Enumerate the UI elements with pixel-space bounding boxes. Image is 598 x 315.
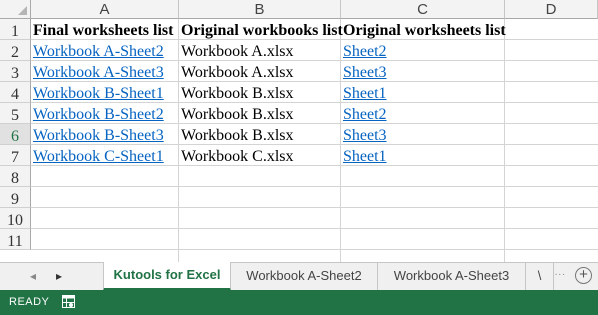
sheet-tab[interactable]: Workbook A-Sheet3 — [378, 263, 526, 290]
sheet-tab[interactable]: \ — [526, 263, 554, 290]
status-text: READY — [9, 296, 50, 308]
hyperlink-cell-c[interactable]: Sheet2 — [341, 42, 387, 62]
worksheet-grid[interactable]: ABCD 1 2 3 4 5 6 7 8 9 10 11 Final worksheets list… — [0, 0, 598, 262]
cell-b[interactable]: Workbook B.xlsx — [179, 126, 294, 146]
row-header-11[interactable]: 11 — [0, 229, 31, 250]
hyperlink-cell-c[interactable]: Sheet1 — [341, 84, 387, 104]
cell-b[interactable]: Workbook B.xlsx — [179, 84, 294, 104]
row-gridline — [31, 228, 598, 229]
hyperlink-cell-a[interactable]: Workbook B-Sheet3 — [31, 126, 164, 146]
row-header-4[interactable]: 4 — [0, 82, 31, 103]
hyperlink-cell-a[interactable]: Workbook B-Sheet1 — [31, 84, 164, 104]
row-header-3[interactable]: 3 — [0, 61, 31, 82]
cell-b[interactable]: Workbook A.xlsx — [179, 42, 294, 62]
sheet-tab-bar: ◂ ▸ Kutools for Excel Workbook A-Sheet2 Wo… — [0, 262, 598, 291]
row-header-9[interactable]: 9 — [0, 187, 31, 208]
cell-b[interactable]: Workbook A.xlsx — [179, 63, 294, 83]
macro-record-icon[interactable] — [62, 295, 75, 308]
column-header-a[interactable]: A — [31, 0, 179, 19]
hyperlink-cell-c[interactable]: Sheet2 — [341, 105, 387, 125]
sheet-tab-active[interactable]: Kutools for Excel — [103, 262, 231, 291]
row-header-1[interactable]: 1 — [0, 19, 31, 40]
cell-b[interactable]: Workbook B.xlsx — [179, 105, 294, 125]
add-sheet-icon[interactable]: + — [575, 267, 592, 284]
header-cell-b[interactable]: Original workbooks list — [179, 21, 343, 41]
status-bar: READY — [0, 290, 598, 315]
select-all-triangle-icon — [18, 6, 27, 15]
hyperlink-cell-a[interactable]: Workbook B-Sheet2 — [31, 105, 164, 125]
row-header-8[interactable]: 8 — [0, 166, 31, 187]
column-header-d[interactable]: D — [505, 0, 598, 19]
hyperlink-cell-a[interactable]: Workbook C-Sheet1 — [31, 147, 164, 167]
row-header-10[interactable]: 10 — [0, 208, 31, 229]
row-header-2[interactable]: 2 — [0, 40, 31, 61]
column-gridline — [504, 19, 505, 262]
hyperlink-cell-c[interactable]: Sheet1 — [341, 147, 387, 167]
header-cell-a[interactable]: Final worksheets list — [31, 21, 173, 41]
hyperlink-cell-a[interactable]: Workbook A-Sheet2 — [31, 42, 164, 62]
column-header-b[interactable]: B — [179, 0, 341, 19]
header-cell-c[interactable]: Original worksheets list — [341, 21, 506, 41]
hyperlink-cell-a[interactable]: Workbook A-Sheet3 — [31, 63, 164, 83]
row-gridline — [31, 207, 598, 208]
next-sheet-icon[interactable]: ▸ — [56, 269, 62, 283]
hyperlink-cell-c[interactable]: Sheet3 — [341, 63, 387, 83]
row-header-6[interactable]: 6 — [0, 124, 31, 145]
row-header-5[interactable]: 5 — [0, 103, 31, 124]
more-tabs-button[interactable]: ... — [555, 267, 566, 278]
prev-sheet-icon[interactable]: ◂ — [30, 269, 36, 283]
cell-b[interactable]: Workbook C.xlsx — [179, 147, 294, 167]
row-header-7[interactable]: 7 — [0, 145, 31, 166]
sheet-tab[interactable]: Workbook A-Sheet2 — [231, 263, 378, 290]
column-header-c[interactable]: C — [341, 0, 505, 19]
row-gridline — [31, 249, 598, 250]
row-gridline — [31, 186, 598, 187]
hyperlink-cell-c[interactable]: Sheet3 — [341, 126, 387, 146]
select-all-corner[interactable] — [0, 0, 31, 19]
